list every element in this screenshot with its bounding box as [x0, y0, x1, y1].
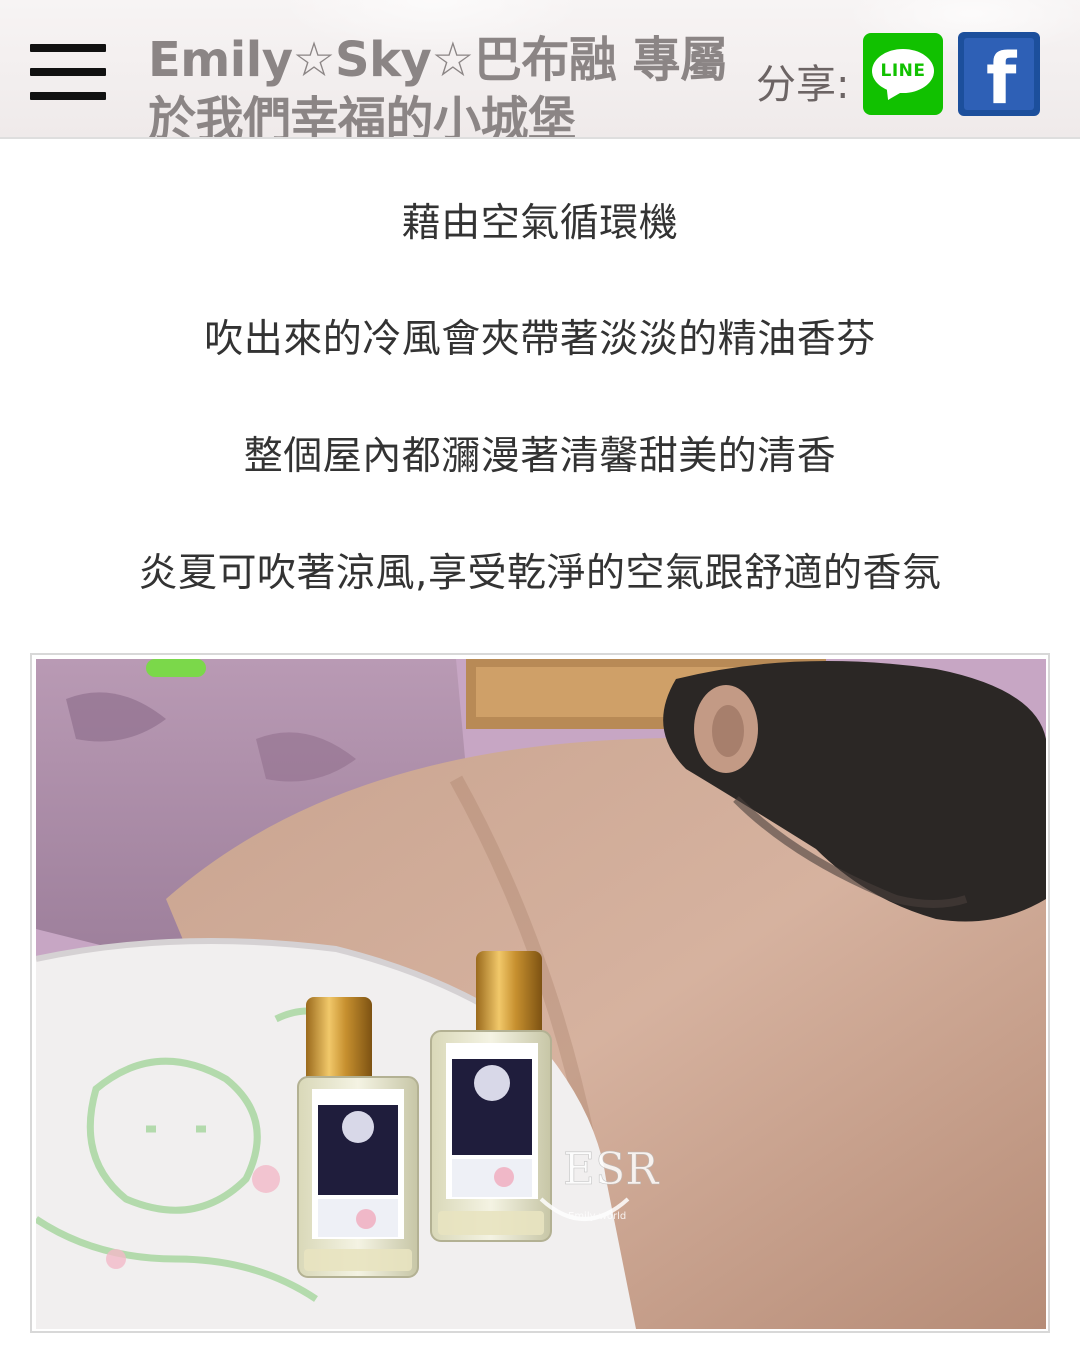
article-paragraph: 吹出來的冷風會夾帶著淡淡的精油香芬: [204, 317, 876, 362]
article-paragraph: 藉由空氣循環機: [401, 201, 679, 246]
svg-text:ESR: ESR: [563, 1144, 660, 1195]
hamburger-menu-icon[interactable]: [30, 44, 106, 100]
facebook-share-button[interactable]: f: [958, 32, 1040, 116]
article-photo[interactable]: ESR Emily world: [30, 653, 1050, 1333]
site-header: Emily☆Sky☆巴布融 專屬於我們幸福的小城堡 分享: LINE f: [0, 0, 1080, 139]
line-share-button[interactable]: LINE: [863, 33, 943, 115]
line-icon-label: LINE: [880, 61, 926, 81]
line-icon: LINE: [872, 49, 934, 93]
facebook-icon-letter: f: [986, 38, 1017, 110]
facebook-icon: f: [964, 38, 1034, 110]
article-paragraph: 整個屋內都瀰漫著清馨甜美的清香: [243, 434, 837, 479]
share-label: 分享:: [756, 62, 850, 108]
watermark-text: Emily world: [568, 1211, 626, 1222]
article-paragraph: 炎夏可吹著涼風,享受乾淨的空氣跟舒適的香氛: [138, 551, 942, 596]
essential-oil-photo: ESR Emily world: [36, 659, 1046, 1329]
site-title[interactable]: Emily☆Sky☆巴布融 專屬於我們幸福的小城堡: [148, 30, 728, 137]
